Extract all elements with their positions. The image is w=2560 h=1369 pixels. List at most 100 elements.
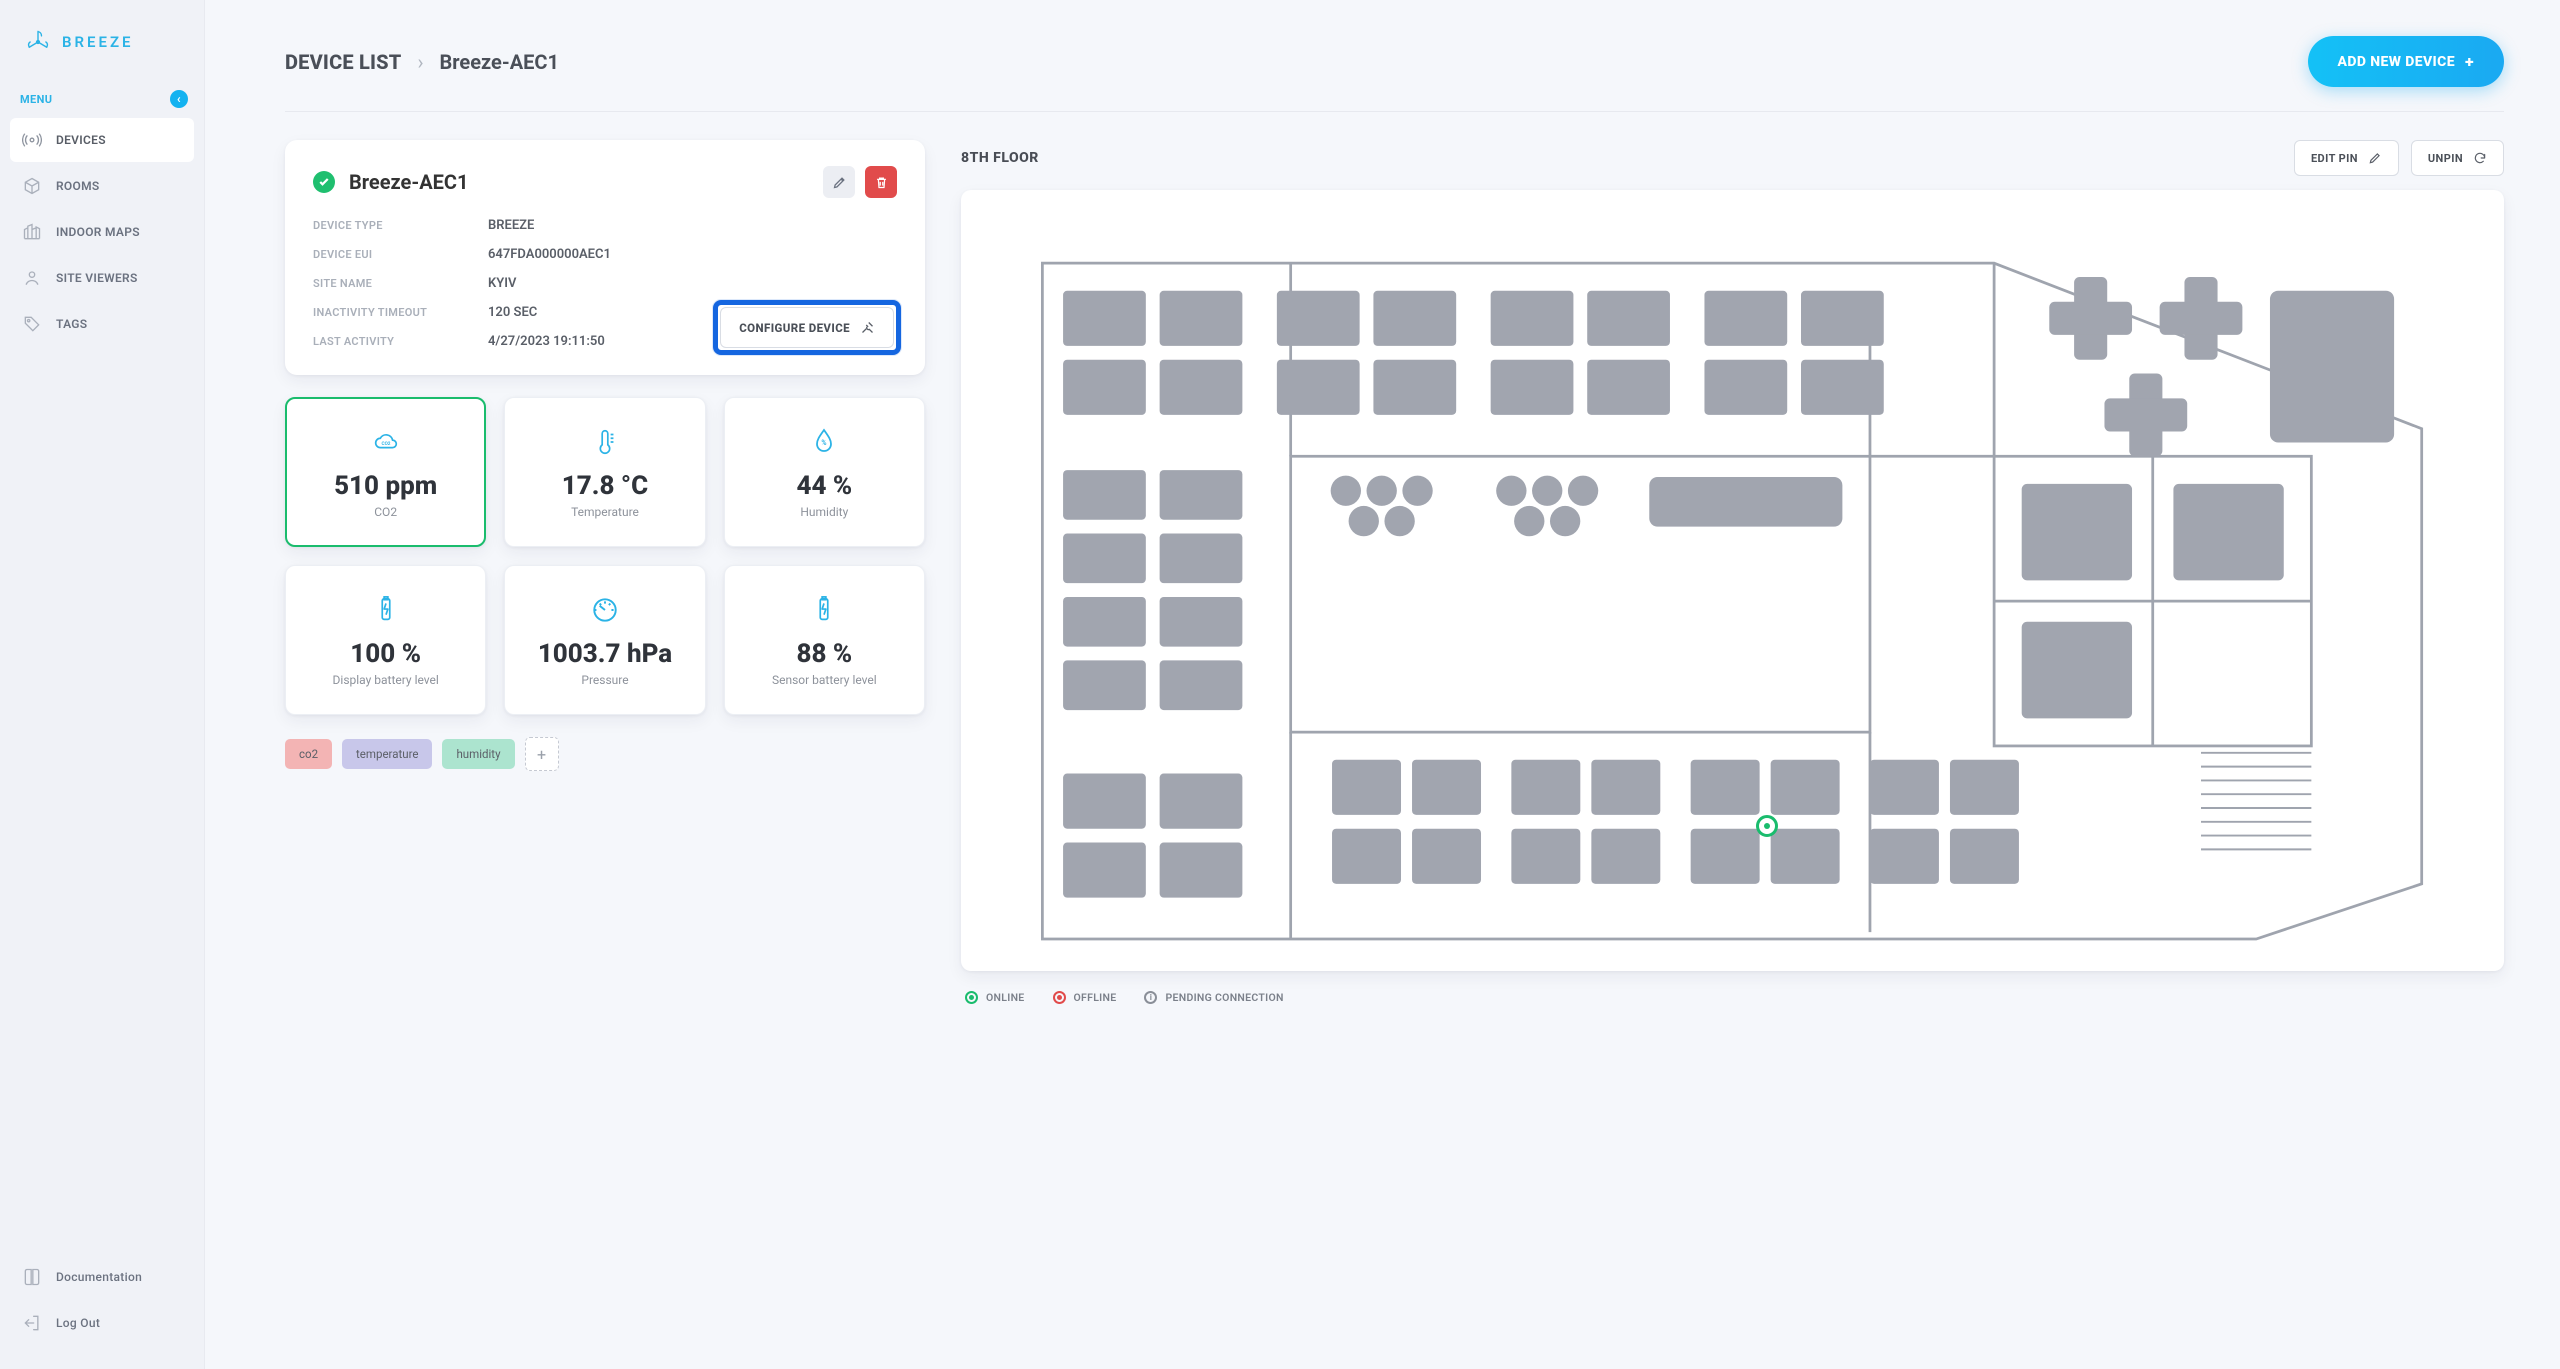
sidebar-item-site-viewers[interactable]: SITE VIEWERS — [10, 256, 194, 300]
sidebar-item-label: ROOMS — [56, 179, 100, 193]
floor-plan-svg — [1001, 208, 2463, 953]
co2-icon: CO2 — [371, 427, 401, 461]
thermometer-icon — [590, 427, 620, 461]
right-column: 8TH FLOOR EDIT PIN UNPIN — [961, 140, 2504, 1010]
brand-logo[interactable]: BREEZE — [0, 0, 204, 80]
metric-value: 510 ppm — [334, 471, 437, 501]
metric-label: Sensor battery level — [772, 673, 877, 687]
legend-label: PENDING CONNECTION — [1165, 991, 1283, 1004]
brand-text: BREEZE — [62, 33, 134, 51]
sidebar-item-documentation[interactable]: Documentation — [10, 1255, 194, 1299]
add-tag-button[interactable]: + — [525, 737, 559, 771]
sidebar-item-indoor-maps[interactable]: INDOOR MAPS — [10, 210, 194, 254]
metric-tile-display-battery[interactable]: 100 % Display battery level — [285, 565, 486, 715]
metric-tile-pressure[interactable]: 1003.7 hPa Pressure — [504, 565, 705, 715]
sidebar-item-label: DEVICES — [56, 133, 106, 147]
floor-actions: EDIT PIN UNPIN — [2294, 140, 2504, 176]
metric-tile-co2[interactable]: CO2 510 ppm CO2 — [285, 397, 486, 547]
tag-icon — [22, 314, 42, 334]
meta-label: DEVICE EUI — [313, 248, 488, 261]
edit-device-button[interactable] — [823, 166, 855, 198]
trash-icon — [874, 175, 889, 190]
metric-tile-temperature[interactable]: 17.8 °C Temperature — [504, 397, 705, 547]
device-header: Breeze-AEC1 — [313, 166, 897, 198]
breadcrumb: DEVICE LIST › Breeze-AEC1 — [285, 50, 559, 74]
tag-co2[interactable]: co2 — [285, 739, 332, 769]
device-meta: DEVICE TYPE BREEZE DEVICE EUI 647FDA0000… — [313, 218, 897, 349]
battery-icon — [809, 595, 839, 629]
sidebar: BREEZE MENU ‹ DEVICES ROOMS INDOOR MAPS … — [0, 0, 205, 1369]
content: Breeze-AEC1 DEVICE TYPE BREEZE DEVICE EU… — [205, 112, 2560, 1369]
topbar: DEVICE LIST › Breeze-AEC1 ADD NEW DEVICE… — [205, 0, 2560, 111]
tools-icon — [860, 320, 875, 335]
collapse-icon[interactable]: ‹ — [170, 90, 188, 108]
metric-label: Humidity — [800, 505, 848, 519]
configure-highlight: CONFIGURE DEVICE — [713, 300, 901, 355]
meta-label: SITE NAME — [313, 277, 488, 290]
map-legend: ONLINE OFFLINE iPENDING CONNECTION — [961, 985, 2504, 1010]
menu-header: MENU ‹ — [0, 80, 204, 118]
sidebar-item-label: SITE VIEWERS — [56, 271, 138, 285]
floor-toolbar: 8TH FLOOR EDIT PIN UNPIN — [961, 140, 2504, 176]
broadcast-icon — [22, 130, 42, 150]
legend-offline: OFFLINE — [1053, 991, 1117, 1004]
metric-tile-sensor-battery[interactable]: 88 % Sensor battery level — [724, 565, 925, 715]
svg-text:CO2: CO2 — [381, 441, 390, 447]
metric-tile-humidity[interactable]: % 44 % Humidity — [724, 397, 925, 547]
main: DEVICE LIST › Breeze-AEC1 ADD NEW DEVICE… — [205, 0, 2560, 1369]
configure-device-button[interactable]: CONFIGURE DEVICE — [720, 307, 894, 348]
sidebar-item-tags[interactable]: TAGS — [10, 302, 194, 346]
book-icon — [22, 1267, 42, 1287]
button-label: CONFIGURE DEVICE — [739, 321, 850, 335]
status-online-icon — [313, 171, 335, 193]
metric-value: 88 % — [796, 639, 852, 669]
legend-pending: iPENDING CONNECTION — [1144, 991, 1283, 1004]
cube-icon — [22, 176, 42, 196]
breadcrumb-parent[interactable]: DEVICE LIST — [285, 50, 402, 74]
meta-value: 647FDA000000AEC1 — [488, 247, 897, 262]
logout-icon — [22, 1313, 42, 1333]
unpin-button[interactable]: UNPIN — [2411, 140, 2504, 176]
sidebar-item-logout[interactable]: Log Out — [10, 1301, 194, 1345]
metric-label: Temperature — [571, 505, 639, 519]
pencil-icon — [2368, 151, 2382, 165]
metric-value: 1003.7 hPa — [538, 639, 672, 669]
floor-plan-map[interactable] — [961, 190, 2504, 971]
delete-device-button[interactable] — [865, 166, 897, 198]
plus-icon: + — [2465, 52, 2474, 71]
meta-label: DEVICE TYPE — [313, 219, 488, 232]
floor-title: 8TH FLOOR — [961, 150, 1039, 166]
tag-temperature[interactable]: temperature — [342, 739, 432, 769]
menu-label: MENU — [20, 93, 52, 106]
battery-icon — [371, 595, 401, 629]
metric-label: Pressure — [581, 673, 628, 687]
meta-value: KYIV — [488, 276, 897, 291]
left-column: Breeze-AEC1 DEVICE TYPE BREEZE DEVICE EU… — [285, 140, 925, 771]
pencil-icon — [832, 175, 847, 190]
sidebar-item-rooms[interactable]: ROOMS — [10, 164, 194, 208]
edit-pin-button[interactable]: EDIT PIN — [2294, 140, 2399, 176]
svg-text:%: % — [822, 439, 827, 447]
refresh-icon — [2473, 151, 2487, 165]
tags-row: co2 temperature humidity + — [285, 737, 925, 771]
metric-value: 44 % — [796, 471, 852, 501]
metric-value: 100 % — [350, 639, 421, 669]
meta-label: INACTIVITY TIMEOUT — [313, 306, 488, 319]
sidebar-item-label: Documentation — [56, 1270, 142, 1284]
city-icon — [22, 222, 42, 242]
tag-humidity[interactable]: humidity — [442, 739, 514, 769]
sidebar-item-label: TAGS — [56, 317, 87, 331]
add-new-device-button[interactable]: ADD NEW DEVICE + — [2308, 36, 2505, 87]
metric-label: CO2 — [374, 505, 397, 519]
sidebar-item-devices[interactable]: DEVICES — [10, 118, 194, 162]
sidebar-bottom: Documentation Log Out — [0, 1255, 204, 1369]
device-name: Breeze-AEC1 — [349, 170, 468, 194]
breadcrumb-current: Breeze-AEC1 — [440, 50, 559, 74]
gauge-icon — [590, 595, 620, 629]
metric-label: Display battery level — [333, 673, 439, 687]
meta-label: LAST ACTIVITY — [313, 335, 488, 348]
legend-label: ONLINE — [986, 991, 1025, 1004]
button-label: EDIT PIN — [2311, 152, 2358, 165]
button-label: ADD NEW DEVICE — [2338, 54, 2455, 70]
device-pin[interactable] — [1756, 815, 1778, 837]
